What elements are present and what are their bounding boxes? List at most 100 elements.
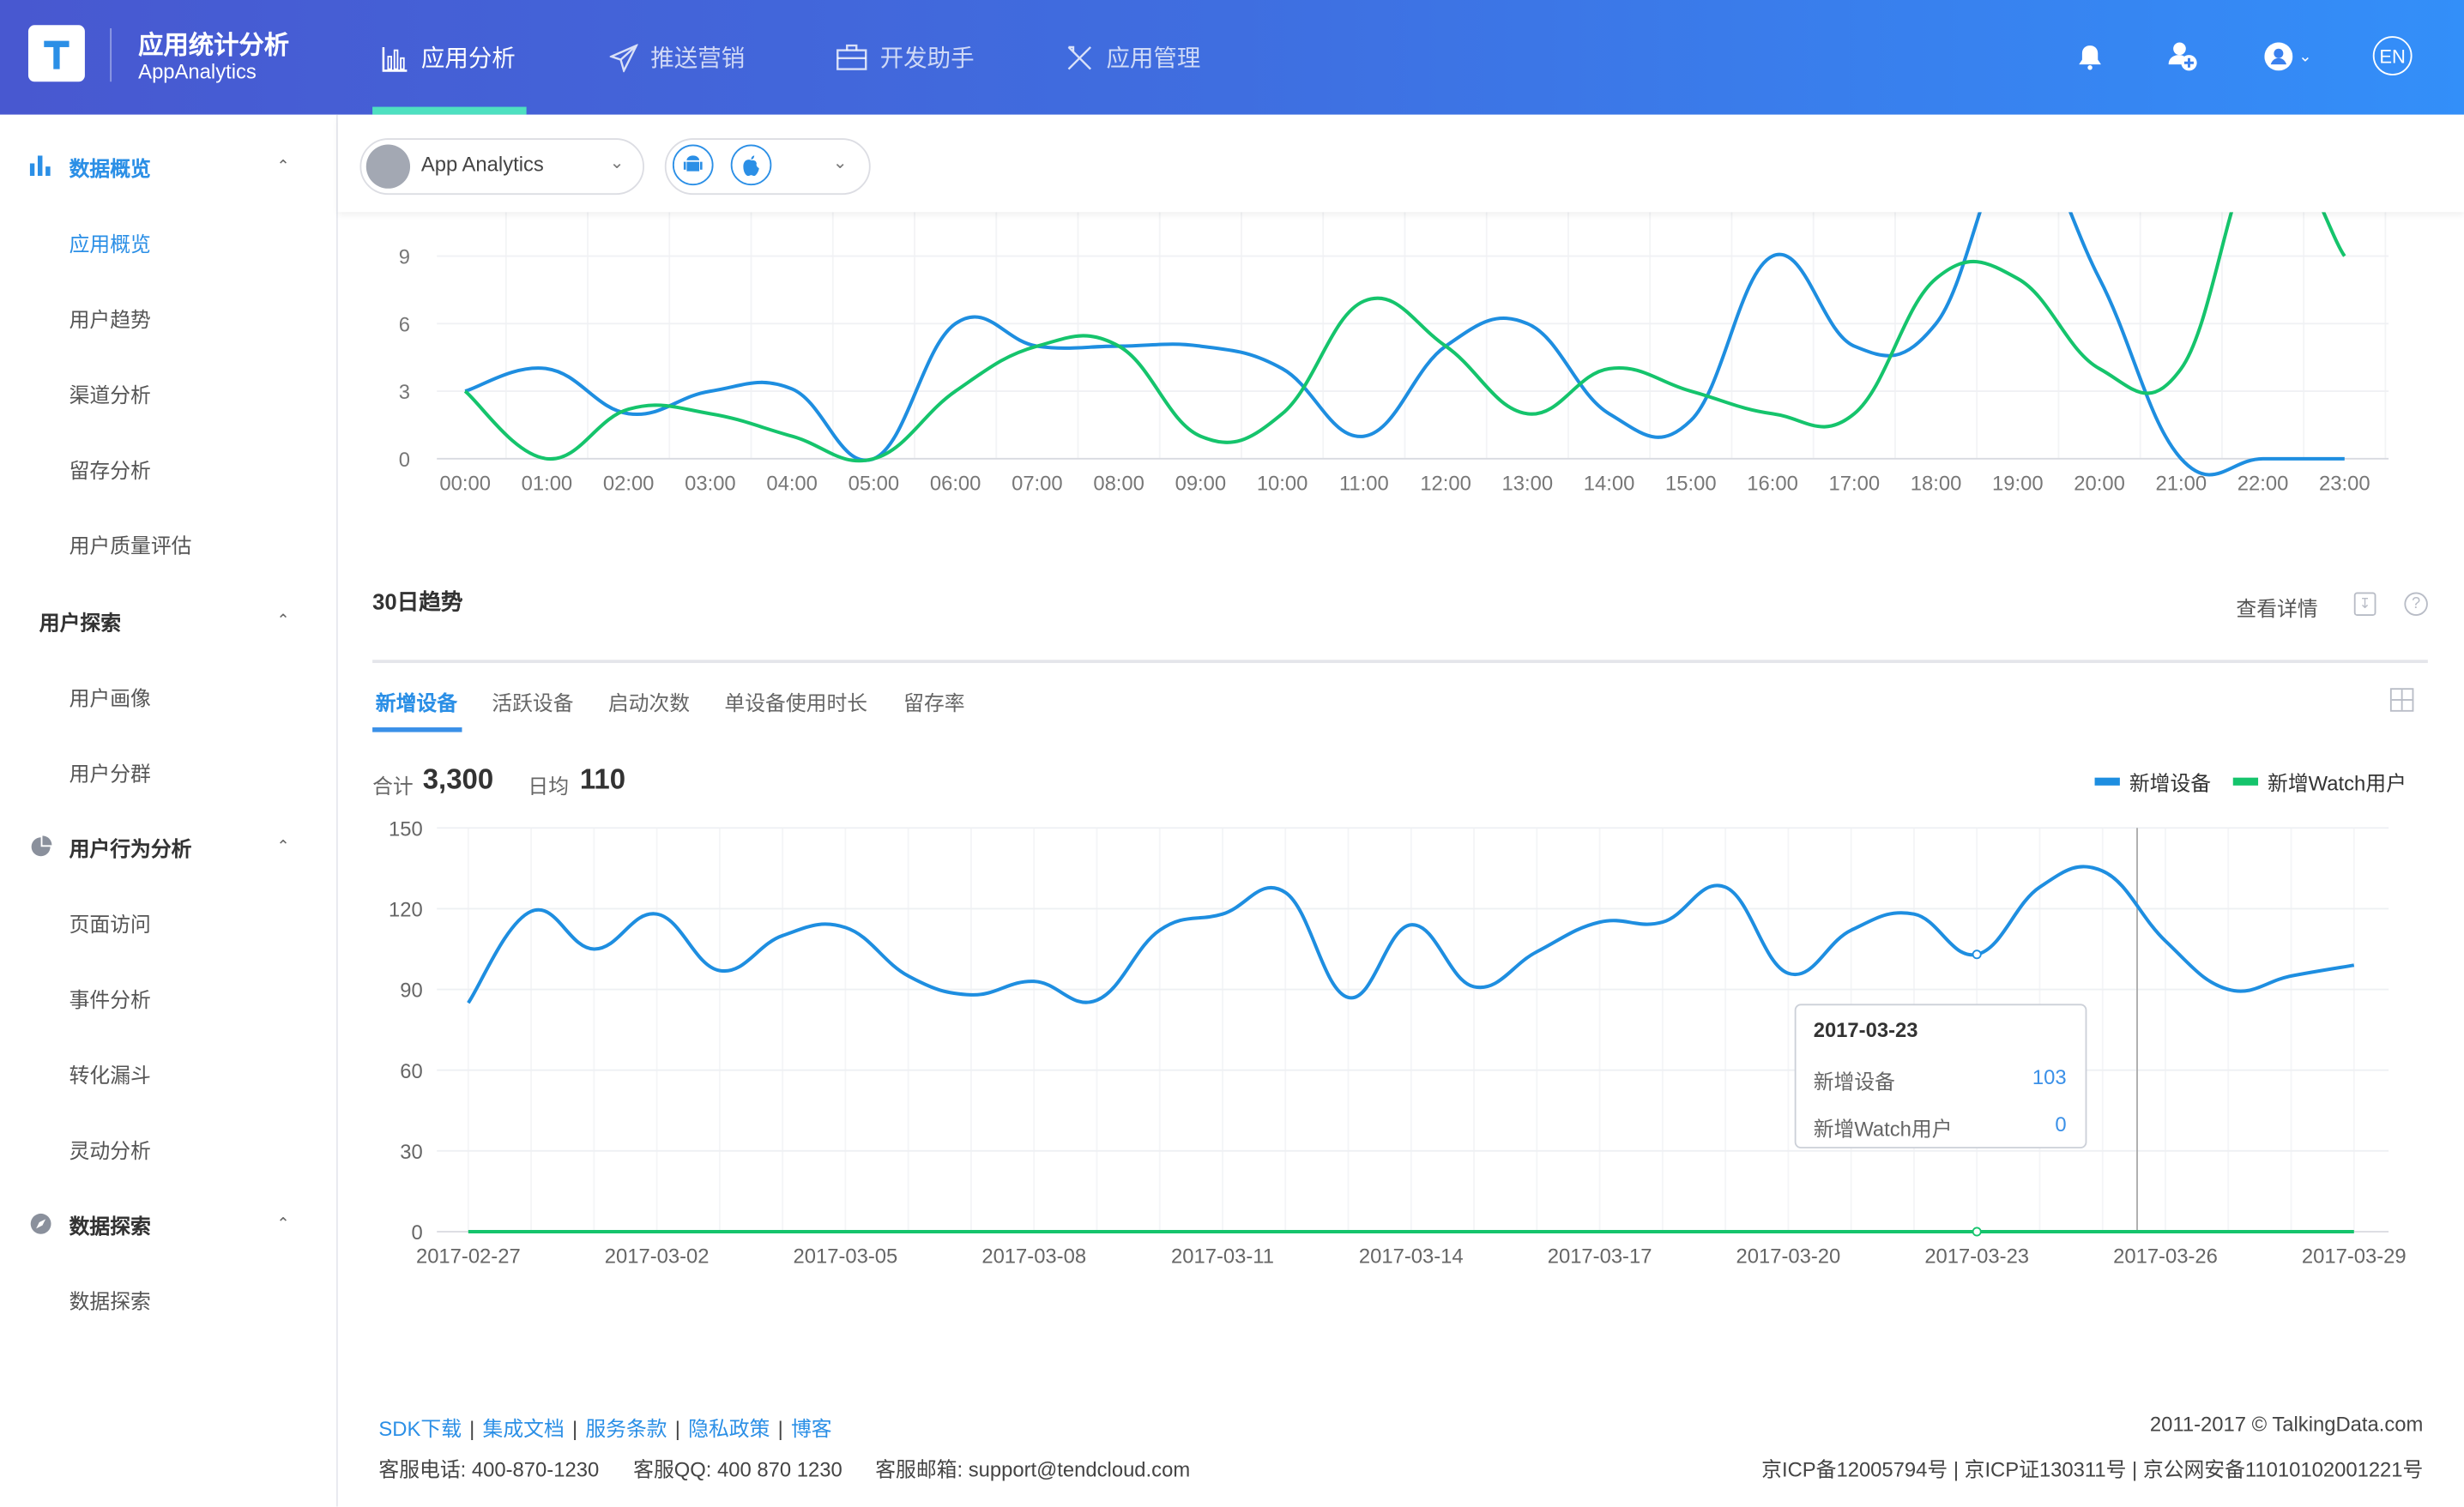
x-tick-label: 2017-03-14 [1359, 1245, 1464, 1269]
avg-value: 110 [579, 763, 626, 795]
brand-title: 应用统计分析 [138, 33, 290, 60]
language-toggle[interactable]: EN [2372, 36, 2413, 75]
x-tick-label: 01:00 [522, 472, 573, 495]
footer-link[interactable]: 服务条款 [585, 1417, 667, 1440]
tab[interactable]: 活跃设备 [492, 686, 573, 716]
nav-dev-assistant[interactable]: 开发助手 [836, 0, 975, 115]
footer-link[interactable]: 博客 [791, 1417, 832, 1440]
total-label: 合计 [372, 774, 414, 799]
selector-bar: App Analytics ⌄ ⌄ [337, 114, 2464, 213]
account-menu[interactable]: ⌄ [2256, 38, 2319, 75]
nav-app-analysis[interactable]: 应用分析 [380, 0, 516, 115]
y-tick-label: 30 [400, 1141, 422, 1164]
x-tick-label: 2017-03-11 [1171, 1245, 1274, 1269]
android-icon[interactable] [672, 144, 714, 186]
sidebar-item[interactable]: 用户趋势 [69, 304, 151, 334]
compass-icon [30, 1213, 52, 1239]
chevron-up-icon[interactable]: ⌃ [276, 158, 289, 175]
nav-push-marketing[interactable]: 推送营销 [609, 0, 745, 115]
tooltip-date: 2017-03-23 [1813, 1017, 1918, 1042]
sidebar-item[interactable]: 渠道分析 [69, 378, 151, 408]
table-view-icon[interactable] [2389, 688, 2414, 712]
sidebar-item[interactable]: 事件分析 [69, 984, 151, 1014]
x-tick-label: 00:00 [439, 472, 491, 495]
legend-swatch [2232, 777, 2259, 786]
app-selector[interactable]: App Analytics ⌄ [359, 138, 644, 196]
y-tick-label: 150 [389, 817, 423, 841]
bell-icon[interactable] [2071, 38, 2109, 75]
x-tick-label: 23:00 [2319, 472, 2370, 495]
sidebar-item[interactable]: 用户分群 [69, 757, 151, 787]
chevron-up-icon[interactable]: ⌃ [276, 612, 289, 629]
sidebar-item[interactable]: 应用概览 [69, 228, 151, 258]
sidebar-section[interactable]: 用户行为分析 ⌃ [0, 828, 336, 865]
logo[interactable] [27, 25, 85, 82]
nav-app-management[interactable]: 应用管理 [1066, 0, 1200, 115]
chevron-up-icon[interactable]: ⌃ [276, 1215, 289, 1233]
tooltip-value: 0 [2055, 1112, 2067, 1136]
support-phone: 客服电话: 400-870-1230 [378, 1457, 600, 1482]
briefcase-icon [836, 44, 867, 69]
x-tick-label: 04:00 [766, 472, 818, 495]
platform-selector[interactable]: ⌄ [664, 138, 871, 196]
tab[interactable]: 启动次数 [608, 686, 690, 716]
tab[interactable]: 单设备使用时长 [724, 686, 867, 716]
sidebar-section-label: 用户行为分析 [69, 836, 192, 860]
view-details-link[interactable]: 查看详情 [2236, 593, 2317, 623]
y-tick-label: 6 [399, 313, 410, 336]
footer-link[interactable]: 隐私政策 [688, 1417, 770, 1440]
x-tick-label: 2017-03-08 [981, 1245, 1086, 1269]
sidebar-item[interactable]: 用户质量评估 [69, 529, 192, 559]
sidebar-section[interactable]: 用户探索 ⌃ [0, 602, 336, 640]
brand-subtitle: AppAnalytics [138, 59, 257, 84]
icp-info: 京ICP备12005794号 | 京ICP证130311号 | 京公网安备110… [1761, 1457, 2424, 1482]
chevron-down-icon: ⌄ [2298, 47, 2312, 66]
sidebar-item[interactable]: 数据探索 [69, 1285, 151, 1315]
divider [110, 27, 112, 82]
x-tick-label: 21:00 [2156, 472, 2207, 495]
footer-link[interactable]: 集成文档 [483, 1417, 565, 1440]
trend-line-chart: 2017-02-27 2017-03-02 2017-03-05 2017-03-08… [389, 817, 2407, 1269]
sidebar-item[interactable]: 转化漏斗 [69, 1059, 151, 1089]
sidebar: 数据概览 ⌃ 应用概览用户趋势渠道分析留存分析用户质量评估用户探索 ⌃ 用户画像用户分群… [0, 114, 338, 1507]
sidebar-item[interactable]: 用户画像 [69, 682, 151, 712]
tooltip-label: 新增Watch用户 [1813, 1117, 1953, 1141]
x-tick-label: 2017-03-29 [2302, 1245, 2407, 1269]
sidebar-section-label: 用户探索 [39, 610, 122, 635]
sidebar-section[interactable]: 数据概览 ⌃ [0, 148, 336, 185]
tooltip-label: 新增设备 [1813, 1070, 1895, 1094]
section-title: 30日趋势 [372, 588, 463, 615]
download-icon[interactable]: ↧ [2353, 592, 2376, 616]
chevron-up-icon[interactable]: ⌃ [276, 838, 289, 855]
apple-icon[interactable] [730, 144, 772, 186]
divider [372, 660, 2428, 663]
sidebar-item[interactable]: 留存分析 [69, 454, 151, 484]
x-tick-label: 19:00 [1992, 472, 2044, 495]
nav-label: 开发助手 [879, 45, 975, 73]
sidebar-item[interactable]: 灵动分析 [69, 1134, 151, 1164]
tools-icon [1067, 45, 1091, 69]
y-tick-label: 60 [400, 1060, 422, 1083]
x-tick-label: 06:00 [930, 472, 981, 495]
legend-label: 新增设备 [2129, 771, 2212, 795]
y-tick-label: 90 [400, 980, 422, 1003]
tab[interactable]: 留存率 [903, 686, 964, 716]
sidebar-section-label: 数据探索 [69, 1213, 151, 1238]
legend-item-new-watch-users[interactable]: 新增Watch用户 [2232, 767, 2407, 797]
add-user-icon[interactable] [2164, 38, 2201, 75]
footer-link[interactable]: SDK下载 [378, 1417, 462, 1440]
avg-label: 日均 [528, 774, 570, 799]
tab[interactable]: 新增设备 [376, 686, 457, 716]
sidebar-section[interactable]: 数据探索 ⌃ [0, 1205, 336, 1243]
help-icon[interactable]: ? [2404, 592, 2428, 616]
active-nav-indicator [372, 106, 527, 115]
x-tick-label: 2017-03-20 [1736, 1245, 1841, 1269]
legend-item-new-devices[interactable]: 新增设备 [2094, 767, 2212, 797]
x-tick-label: 03:00 [685, 472, 736, 495]
paper-plane-icon [609, 43, 638, 72]
x-tick-label: 2017-02-27 [416, 1245, 521, 1269]
tooltip-value: 103 [2032, 1064, 2067, 1089]
sidebar-item[interactable]: 页面访问 [69, 908, 151, 938]
chevron-down-icon: ⌄ [609, 154, 625, 173]
x-tick-label: 08:00 [1093, 472, 1144, 495]
